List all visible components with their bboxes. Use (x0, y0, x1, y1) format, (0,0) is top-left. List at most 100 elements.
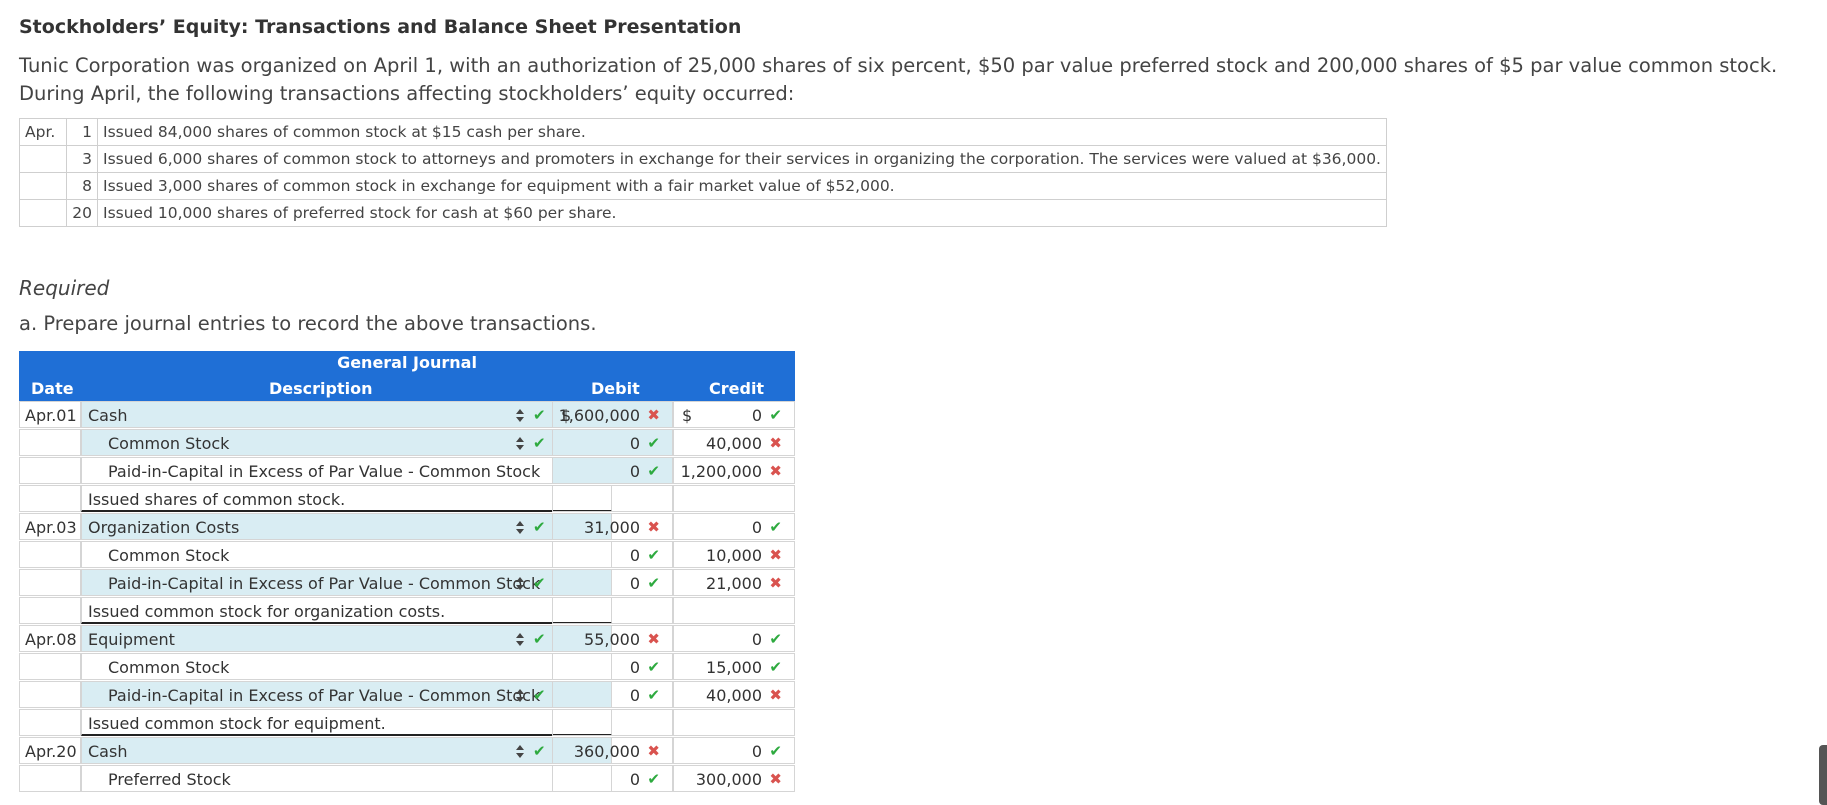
check-icon: ✔ (533, 434, 546, 452)
column-header-date: Date (31, 379, 74, 398)
debit-input[interactable]: 0 ✔ (552, 457, 673, 484)
journal-title: General Journal (337, 353, 477, 372)
journal-row: Apr.08 Equipment ✔ 55,000 ✖ 0 ✔ (19, 625, 795, 653)
credit-input[interactable]: 0 ✔ (673, 625, 795, 652)
debit-input[interactable]: 0 ✔ (552, 569, 673, 596)
account-select[interactable]: Equipment ✔ (81, 625, 612, 652)
cross-icon: ✖ (769, 770, 782, 788)
journal-row: Common Stock 0 ✔ 10,000 ✖ (19, 541, 795, 569)
credit-value: 10,000 (706, 546, 762, 565)
credit-input[interactable]: 21,000 ✖ (673, 569, 795, 596)
account-select[interactable]: Cash ✔ (81, 401, 612, 428)
account-select[interactable]: Paid-in-Capital in Excess of Par Value -… (81, 457, 612, 484)
column-header-debit: Debit (591, 379, 640, 398)
credit-input[interactable]: 15,000 ✔ (673, 653, 795, 680)
transaction-row: Apr. 1 Issued 84,000 shares of common st… (19, 118, 1387, 146)
cross-icon: ✖ (647, 742, 660, 760)
debit-input[interactable]: 0 ✔ (552, 429, 673, 456)
credit-value: 0 (751, 742, 762, 761)
credit-value: 40,000 (706, 434, 762, 453)
select-arrows-icon[interactable] (511, 514, 529, 541)
cross-icon: ✖ (647, 406, 660, 424)
account-name: Common Stock (108, 434, 230, 453)
transaction-text: Issued 3,000 shares of common stock in e… (97, 172, 1387, 200)
debit-value: 0 (629, 434, 640, 453)
entry-note[interactable]: Issued common stock for organization cos… (81, 597, 612, 624)
transaction-month (19, 172, 67, 200)
journal-row: Issued shares of common stock. (19, 485, 795, 513)
credit-blank (673, 597, 795, 624)
check-icon: ✔ (533, 686, 546, 704)
debit-input[interactable]: 0 ✔ (552, 765, 673, 792)
debit-value: 0 (629, 686, 640, 705)
transaction-row: 3 Issued 6,000 shares of common stock to… (19, 145, 1387, 173)
check-icon: ✔ (647, 462, 660, 480)
cross-icon: ✖ (647, 518, 660, 536)
account-select[interactable]: Common Stock ✔ (81, 429, 612, 456)
credit-input[interactable]: 0 ✔ (673, 737, 795, 764)
entry-note[interactable]: Issued common stock for equipment. (81, 709, 612, 736)
date-cell (19, 569, 81, 596)
account-name: Cash (88, 742, 128, 761)
account-select[interactable]: Paid-in-Capital in Excess of Par Value -… (81, 569, 612, 596)
date-cell (19, 709, 81, 736)
credit-input[interactable]: 40,000 ✖ (673, 681, 795, 708)
transaction-month: Apr. (19, 118, 67, 146)
journal-row: Common Stock ✔ 0 ✔ 40,000 ✖ (19, 429, 795, 457)
select-arrows-icon[interactable] (511, 626, 529, 653)
select-arrows-icon[interactable] (511, 402, 529, 429)
transaction-row: 20 Issued 10,000 shares of preferred sto… (19, 199, 1387, 227)
transaction-month (19, 145, 67, 173)
cross-icon: ✖ (769, 546, 782, 564)
credit-value: 1,200,000 (680, 462, 762, 481)
debit-input[interactable]: 0 ✔ (552, 653, 673, 680)
debit-input[interactable]: 360,000 ✖ (552, 737, 673, 764)
transaction-month (19, 199, 67, 227)
general-journal: General Journal Date Description Debit C… (19, 351, 795, 793)
journal-row: Paid-in-Capital in Excess of Par Value -… (19, 681, 795, 709)
account-select[interactable]: Organization Costs ✔ (81, 513, 612, 540)
credit-input[interactable]: 0 ✔ (673, 401, 795, 429)
credit-input[interactable]: 1,200,000 ✖ (673, 457, 795, 484)
account-name: Paid-in-Capital in Excess of Par Value -… (108, 686, 541, 705)
credit-input[interactable]: 40,000 ✖ (673, 429, 795, 456)
date-cell (19, 681, 81, 708)
entry-note[interactable]: Issued shares of common stock. (81, 485, 612, 512)
date-cell (19, 485, 81, 512)
credit-input[interactable]: 10,000 ✖ (673, 541, 795, 568)
account-select[interactable]: Cash ✔ (81, 737, 612, 764)
account-select[interactable]: Common Stock (81, 541, 612, 568)
debit-input[interactable]: 55,000 ✖ (552, 625, 673, 652)
credit-input[interactable]: 0 ✔ (673, 513, 795, 540)
date-cell (19, 541, 81, 568)
debit-value: 360,000 (573, 742, 640, 761)
account-select[interactable]: Preferred Stock (81, 765, 612, 792)
debit-value: 0 (629, 658, 640, 677)
debit-blank (552, 597, 673, 624)
check-icon: ✔ (769, 518, 782, 536)
date-cell: Apr.01 (19, 401, 81, 428)
debit-blank (552, 709, 673, 736)
required-heading: Required (19, 276, 110, 300)
select-arrows-icon[interactable] (511, 682, 529, 709)
check-icon: ✔ (769, 658, 782, 676)
debit-input[interactable]: 1,600,000 ✖ (552, 401, 673, 429)
account-name: Common Stock (108, 546, 230, 565)
select-arrows-icon[interactable] (511, 570, 529, 597)
cross-icon: ✖ (647, 630, 660, 648)
debit-input[interactable]: 0 ✔ (552, 541, 673, 568)
account-select[interactable]: Common Stock (81, 653, 612, 680)
account-select[interactable]: Paid-in-Capital in Excess of Par Value -… (81, 681, 612, 708)
credit-input[interactable]: 300,000 ✖ (673, 765, 795, 792)
select-arrows-icon[interactable] (511, 430, 529, 457)
select-arrows-icon[interactable] (511, 738, 529, 765)
transaction-day: 8 (66, 172, 98, 200)
debit-value: 0 (629, 770, 640, 789)
cross-icon: ✖ (769, 686, 782, 704)
debit-input[interactable]: 0 ✔ (552, 681, 673, 708)
debit-input[interactable]: 31,000 ✖ (552, 513, 673, 540)
debit-blank (552, 485, 673, 512)
cross-icon: ✖ (769, 574, 782, 592)
debit-value: 0 (629, 546, 640, 565)
scrollbar-thumb[interactable] (1819, 745, 1827, 805)
